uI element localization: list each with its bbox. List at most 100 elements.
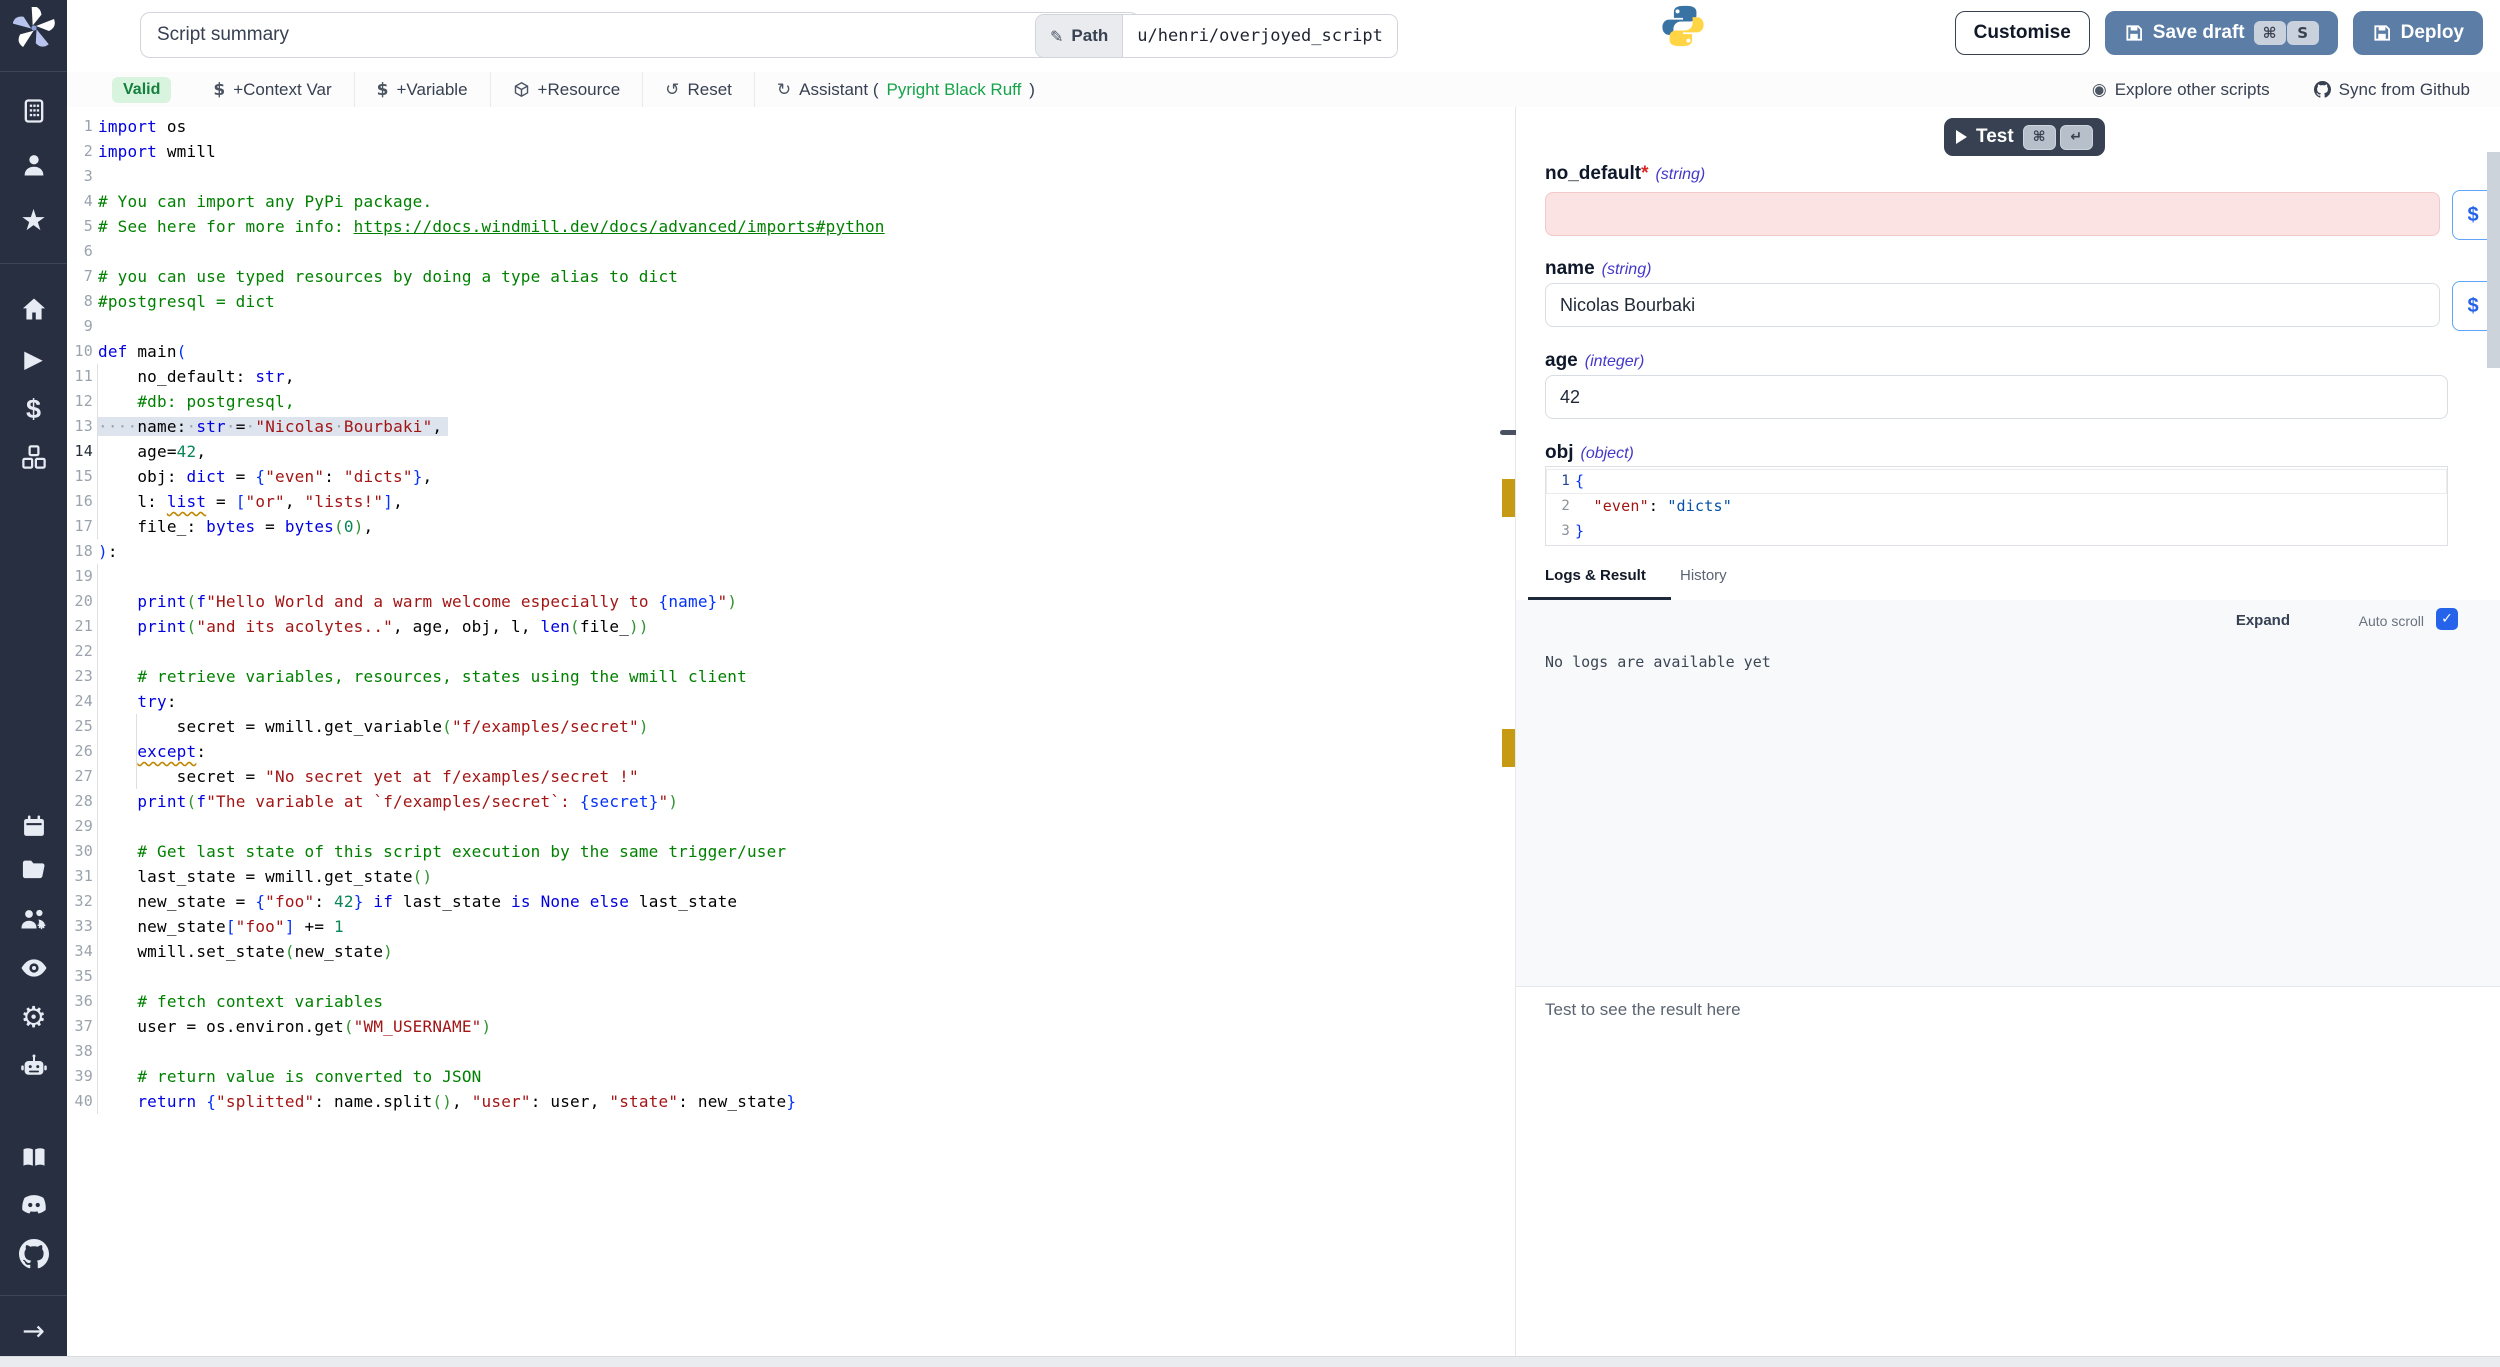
code-line[interactable]: 8#postgresql = dict (67, 289, 1515, 314)
field-label-obj: obj(object) (1545, 442, 1634, 464)
sidebar-item-workspace[interactable] (0, 93, 67, 129)
code-line[interactable]: 14 age=42, (67, 439, 1515, 464)
code-line[interactable]: 36 # fetch context variables (67, 989, 1515, 1014)
sidebar-item-runs[interactable]: ▶ (0, 341, 67, 377)
code-line[interactable]: 17 file_: bytes = bytes(0), (67, 514, 1515, 539)
line-content: # you can use typed resources by doing a… (98, 264, 678, 289)
windmill-logo[interactable] (0, 6, 67, 50)
code-line[interactable]: 37 user = os.environ.get("WM_USERNAME") (67, 1014, 1515, 1039)
code-line[interactable]: 27 secret = "No secret yet at f/examples… (67, 764, 1515, 789)
panel-scrollbar[interactable] (2487, 152, 2500, 368)
script-summary-input[interactable] (140, 12, 1140, 58)
dollar-icon: $ (377, 80, 389, 100)
assistant-button[interactable]: ↻ Assistant (Pyright Black Ruff) (755, 72, 1057, 107)
expand-logs-button[interactable]: Expand (2236, 612, 2290, 629)
code-line[interactable]: 20 print(f"Hello World and a warm welcom… (67, 589, 1515, 614)
code-line[interactable]: 22 (67, 639, 1515, 664)
code-line[interactable]: 23 # retrieve variables, resources, stat… (67, 664, 1515, 689)
code-line[interactable]: 21 print("and its acolytes..", age, obj,… (67, 614, 1515, 639)
autoscroll-checkbox[interactable]: ✓ (2436, 608, 2458, 630)
code-line[interactable]: 34 wmill.set_state(new_state) (67, 939, 1515, 964)
code-line[interactable]: 15 obj: dict = {"even": "dicts"}, (67, 464, 1515, 489)
code-line[interactable]: 1import os (67, 114, 1515, 139)
code-line[interactable]: 33 new_state["foo"] += 1 (67, 914, 1515, 939)
warning-marker (1502, 729, 1515, 767)
code-line[interactable]: 6 (67, 239, 1515, 264)
code-line[interactable]: 13····name:·str·=·"Nicolas·Bourbaki", (67, 414, 1515, 439)
obj-json-editor[interactable]: 1{2 "even": "dicts"3} (1545, 466, 2448, 546)
line-content: obj: dict = {"even": "dicts"}, (98, 464, 432, 489)
code-line[interactable]: 30 # Get last state of this script execu… (67, 839, 1515, 864)
code-line[interactable]: 28 print(f"The variable at `f/examples/s… (67, 789, 1515, 814)
sidebar-divider (0, 1295, 67, 1296)
topbar: ✎ Path u/henri/overjoyed_script Customis… (67, 0, 2500, 73)
sidebar-item-groups[interactable] (0, 901, 67, 937)
add-variable-button[interactable]: $ +Variable (355, 72, 490, 107)
sidebar-item-audit[interactable] (0, 950, 67, 986)
explore-other-scripts-button[interactable]: ◉ Explore other scripts (2092, 80, 2270, 100)
customise-button[interactable]: Customise (1955, 11, 2090, 55)
code-line[interactable]: 24 try: (67, 689, 1515, 714)
sidebar-collapse-toggle[interactable]: → (0, 1313, 67, 1349)
sidebar-item-user[interactable] (0, 147, 67, 183)
code-line[interactable]: 32 new_state = {"foo": 42} if last_state… (67, 889, 1515, 914)
sidebar-item-discord[interactable] (0, 1187, 67, 1223)
sidebar-item-docs[interactable] (0, 1139, 67, 1175)
sidebar-item-ai[interactable] (0, 1048, 67, 1084)
sidebar-item-schedules[interactable] (0, 808, 67, 844)
deploy-button[interactable]: Deploy (2353, 11, 2483, 55)
code-line[interactable]: 7# you can use typed resources by doing … (67, 264, 1515, 289)
sidebar-item-home[interactable] (0, 291, 67, 327)
code-line[interactable]: 4# You can import any PyPi package. (67, 189, 1515, 214)
code-line[interactable]: 1{ (1546, 469, 2447, 494)
code-line[interactable]: 10def main( (67, 339, 1515, 364)
no-default-input[interactable] (1545, 192, 2440, 236)
sidebar-item-variables[interactable]: $ (0, 391, 67, 427)
code-line[interactable]: 25 secret = wmill.get_variable("f/exampl… (67, 714, 1515, 739)
code-line[interactable]: 40 return {"splitted": name.split(), "us… (67, 1089, 1515, 1114)
path-badge[interactable]: ✎ Path u/henri/overjoyed_script (1035, 14, 1398, 58)
name-input[interactable] (1545, 283, 2440, 327)
code-line[interactable]: 11 no_default: str, (67, 364, 1515, 389)
code-line[interactable]: 39 # return value is converted to JSON (67, 1064, 1515, 1089)
tab-logs-result[interactable]: Logs & Result (1545, 567, 1646, 584)
test-button[interactable]: Test ⌘ ↵ (1944, 118, 2105, 156)
line-content: import wmill (98, 139, 216, 164)
pencil-icon: ✎ (1050, 27, 1063, 46)
reset-button[interactable]: ↺ Reset (643, 72, 754, 107)
code-line[interactable]: 31 last_state = wmill.get_state() (67, 864, 1515, 889)
code-line[interactable]: 9 (67, 314, 1515, 339)
code-line[interactable]: 3 (67, 164, 1515, 189)
code-line[interactable]: 26 except: (67, 739, 1515, 764)
field-name: name (1545, 258, 1595, 279)
code-editor[interactable]: 1import os2import wmill34# You can impor… (67, 107, 1515, 1366)
tab-history[interactable]: History (1680, 567, 1727, 584)
autoscroll-label: Auto scroll (2359, 613, 2424, 629)
code-line[interactable]: 38 (67, 1039, 1515, 1064)
deploy-label: Deploy (2401, 22, 2464, 44)
logs-panel: Expand Auto scroll ✓ No logs are availab… (1516, 600, 2500, 986)
sync-from-github-button[interactable]: Sync from Github (2314, 80, 2470, 100)
sidebar-item-github[interactable] (0, 1236, 67, 1272)
code-line[interactable]: 2 "even": "dicts" (1546, 494, 2447, 519)
code-line[interactable]: 2import wmill (67, 139, 1515, 164)
code-line[interactable]: 29 (67, 814, 1515, 839)
age-input[interactable] (1545, 375, 2448, 419)
code-line[interactable]: 5# See here for more info: https://docs.… (67, 214, 1515, 239)
line-content: print(f"Hello World and a warm welcome e… (98, 589, 737, 614)
code-line[interactable]: 12 #db: postgresql, (67, 389, 1515, 414)
sidebar-item-resources[interactable] (0, 439, 67, 475)
add-resource-button[interactable]: +Resource (491, 72, 643, 107)
sidebar-item-favorites[interactable]: ★ (0, 202, 67, 238)
add-context-var-button[interactable]: $ +Context Var (191, 72, 353, 107)
path-label[interactable]: ✎ Path (1036, 15, 1123, 57)
code-line[interactable]: 18): (67, 539, 1515, 564)
sidebar-item-settings[interactable]: ⚙ (0, 999, 67, 1035)
code-line[interactable]: 3} (1546, 519, 2447, 544)
code-line[interactable]: 35 (67, 964, 1515, 989)
line-number: 4 (67, 189, 93, 214)
sidebar-item-folders[interactable] (0, 852, 67, 888)
code-line[interactable]: 16 l: list = ["or", "lists!"], (67, 489, 1515, 514)
code-line[interactable]: 19 (67, 564, 1515, 589)
save-draft-button[interactable]: Save draft ⌘ S (2105, 11, 2338, 55)
